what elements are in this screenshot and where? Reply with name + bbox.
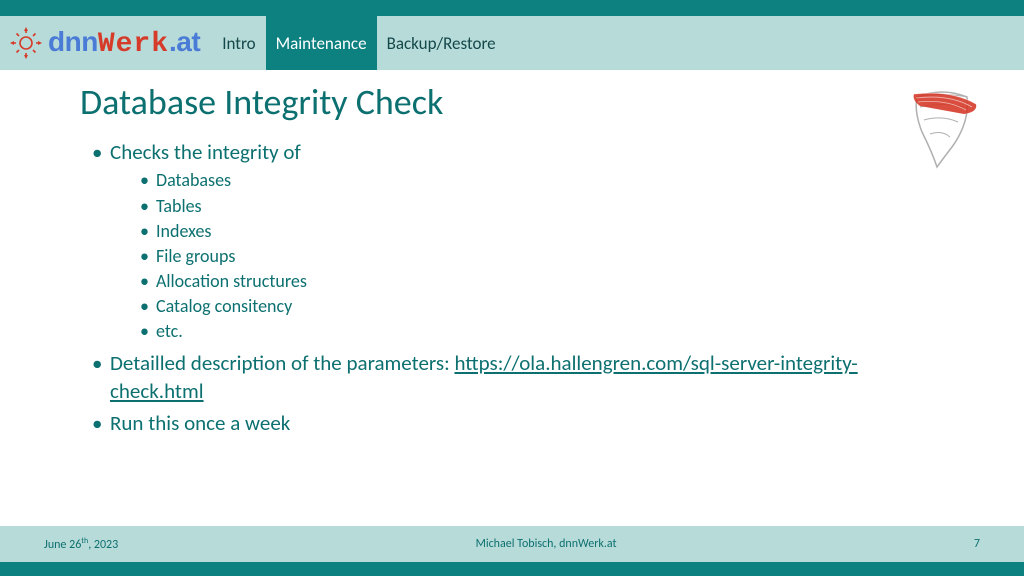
footer-date: June 26th, 2023 [44, 536, 118, 552]
brand-logo: dnnWerk.at [8, 16, 212, 70]
bullet-text: Detailled description of the parameters: [110, 350, 454, 376]
sub-bullet-item: Databases [138, 168, 944, 193]
navbar: dnnWerk.at Intro Maintenance Backup/Rest… [0, 16, 1024, 70]
bullet-item: Checks the integrity of Databases Tables… [90, 138, 944, 345]
sub-bullet-item: Catalog consitency [138, 294, 944, 319]
bullet-list: Checks the integrity of Databases Tables… [80, 138, 944, 438]
sub-bullet-item: File groups [138, 244, 944, 269]
sub-bullet-list: Databases Tables Indexes File groups All… [110, 168, 944, 344]
bullet-text: Checks the integrity of [110, 139, 301, 165]
slide-content: Database Integrity Check Checks the inte… [0, 70, 1024, 438]
top-accent-bar [0, 0, 1024, 16]
footer-info-bar: June 26th, 2023 Michael Tobisch, dnnWerk… [0, 526, 1024, 562]
sub-bullet-item: Allocation structures [138, 269, 944, 294]
footer-page-number: 7 [974, 537, 980, 551]
sub-bullet-item: Tables [138, 194, 944, 219]
bullet-item: Run this once a week [90, 409, 944, 437]
slide-title: Database Integrity Check [80, 80, 944, 124]
sub-bullet-item: etc. [138, 319, 944, 344]
bullet-item: Detailled description of the parameters:… [90, 349, 944, 406]
tab-intro[interactable]: Intro [212, 16, 265, 70]
nav-tabs: Intro Maintenance Backup/Restore [212, 16, 505, 70]
bottom-accent-bar [0, 562, 1024, 576]
tab-maintenance[interactable]: Maintenance [266, 16, 377, 70]
sub-bullet-item: Indexes [138, 219, 944, 244]
footer-author: Michael Tobisch, dnnWerk.at [476, 537, 617, 551]
footer: June 26th, 2023 Michael Tobisch, dnnWerk… [0, 526, 1024, 576]
logo-text: dnnWerk.at [48, 26, 200, 60]
gear-icon [8, 25, 44, 61]
tab-backup-restore[interactable]: Backup/Restore [377, 16, 506, 70]
